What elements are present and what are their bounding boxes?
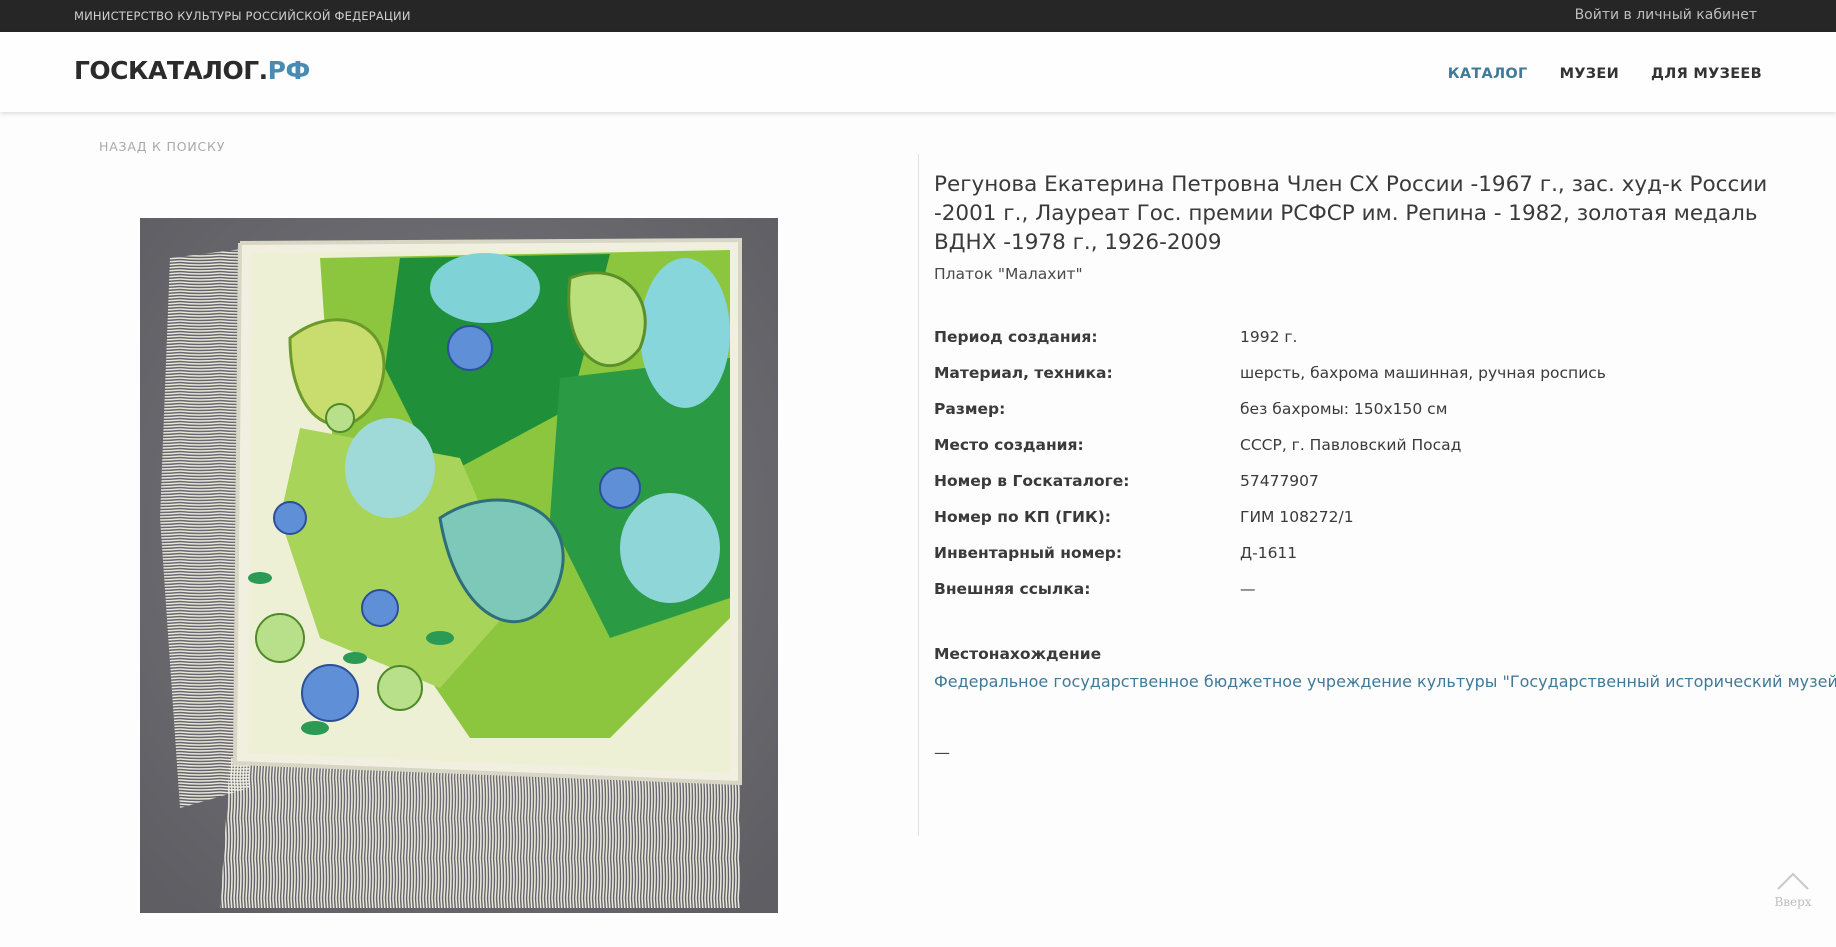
- attribute-key: Место создания:: [934, 436, 1084, 454]
- shawl-image: [140, 218, 778, 913]
- attribute-value: без бахромы: 150х150 см: [1240, 400, 1448, 418]
- attribute-value: ГИМ 108272/1: [1240, 508, 1354, 526]
- nav-museums[interactable]: МУЗЕИ: [1560, 66, 1619, 82]
- item-title: Регунова Екатерина Петровна Член СХ Росс…: [934, 172, 1768, 255]
- attribute-row: Размер: без бахромы: 150х150 см: [934, 391, 1794, 427]
- attribute-value: Д-1611: [1240, 544, 1298, 562]
- attribute-row: Материал, техника: шерсть, бахрома машин…: [934, 355, 1794, 391]
- attribute-value: шерсть, бахрома машинная, ручная роспись: [1240, 364, 1606, 382]
- main-nav: КАТАЛОГ МУЗЕИ ДЛЯ МУЗЕЕВ: [1448, 66, 1762, 82]
- item-attributes: Период создания: 1992 г. Материал, техни…: [934, 319, 1794, 607]
- site-logo[interactable]: ГОСКАТАЛОГ.РФ: [74, 56, 310, 85]
- attribute-row: Период создания: 1992 г.: [934, 319, 1794, 355]
- attribute-row: Номер по КП (ГИК): ГИМ 108272/1: [934, 499, 1794, 535]
- attribute-row: Номер в Госкаталоге: 57477907: [934, 463, 1794, 499]
- attribute-value: СССР, г. Павловский Посад: [1240, 436, 1462, 454]
- item-info: Регунова Екатерина Петровна Член СХ Росс…: [934, 170, 1836, 762]
- attribute-value: 1992 г.: [1240, 328, 1298, 346]
- attribute-key: Размер:: [934, 400, 1006, 418]
- attribute-key: Инвентарный номер:: [934, 544, 1123, 562]
- scroll-to-top-button[interactable]: Вверх: [1773, 871, 1813, 909]
- attribute-value: 57477907: [1240, 472, 1319, 490]
- content-divider: [918, 154, 919, 836]
- location-museum-link[interactable]: Федеральное государственное бюджетное уч…: [934, 672, 1836, 691]
- scroll-to-top-label: Вверх: [1774, 895, 1812, 909]
- location-heading: Местонахождение: [934, 645, 1102, 663]
- attribute-row: Внешняя ссылка: —: [934, 571, 1794, 607]
- ministry-label: МИНИСТЕРСТВО КУЛЬТУРЫ РОССИЙСКОЙ ФЕДЕРАЦ…: [74, 9, 411, 23]
- item-subtitle: Платок "Малахит": [934, 265, 1083, 283]
- attribute-key: Номер по КП (ГИК):: [934, 508, 1111, 526]
- site-header: ГОСКАТАЛОГ.РФ КАТАЛОГ МУЗЕИ ДЛЯ МУЗЕЕВ: [0, 32, 1836, 112]
- attribute-key: Внешняя ссылка:: [934, 580, 1091, 598]
- attribute-row: Место создания: СССР, г. Павловский Поса…: [934, 427, 1794, 463]
- nav-catalog[interactable]: КАТАЛОГ: [1448, 66, 1528, 82]
- attribute-key: Материал, техника:: [934, 364, 1113, 382]
- attribute-value: —: [1240, 580, 1256, 598]
- attribute-row: Инвентарный номер: Д-1611: [934, 535, 1794, 571]
- trailing-dash: —: [934, 743, 950, 762]
- chevron-up-icon: [1777, 872, 1809, 890]
- top-bar: МИНИСТЕРСТВО КУЛЬТУРЫ РОССИЙСКОЙ ФЕДЕРАЦ…: [0, 0, 1836, 32]
- item-photo[interactable]: [140, 218, 778, 913]
- attribute-key: Период создания:: [934, 328, 1098, 346]
- attribute-key: Номер в Госкаталоге:: [934, 472, 1130, 490]
- logo-accent-text: РФ: [267, 56, 311, 85]
- back-to-search-link[interactable]: НАЗАД К ПОИСКУ: [99, 139, 225, 154]
- logo-main-text: ГОСКАТАЛОГ.: [74, 56, 268, 85]
- nav-for-museums[interactable]: ДЛЯ МУЗЕЕВ: [1651, 66, 1762, 82]
- login-link[interactable]: Войти в личный кабинет: [1575, 7, 1757, 23]
